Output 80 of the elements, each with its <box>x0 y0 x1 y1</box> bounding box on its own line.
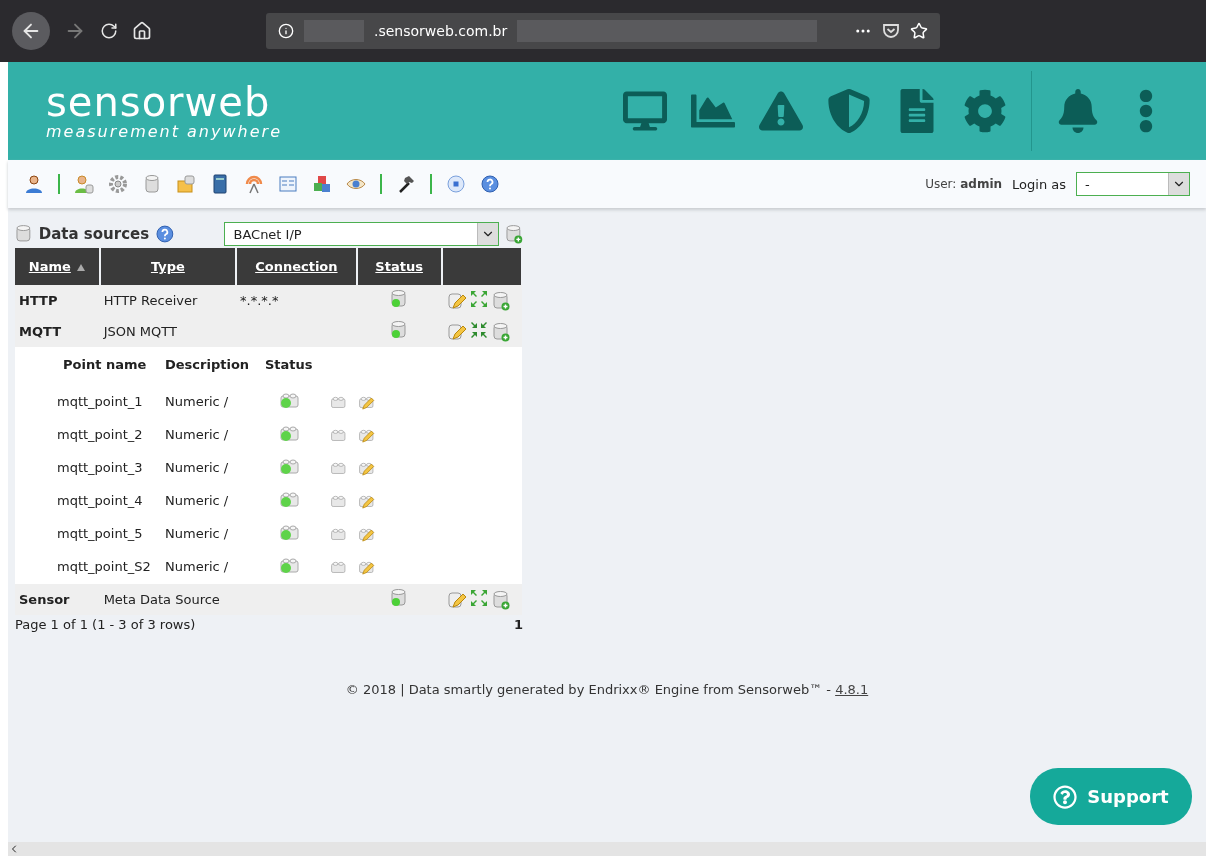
bell-icon[interactable] <box>1056 89 1100 133</box>
table-cell: HTTP Receiver <box>99 285 237 316</box>
reload-icon[interactable] <box>100 22 118 40</box>
settings-icon[interactable] <box>963 89 1007 133</box>
url-text: .sensorweb.com.br <box>374 23 508 39</box>
add-database-icon[interactable] <box>505 224 523 244</box>
point-name: mqtt_point_2 <box>56 427 144 442</box>
point-status-icon <box>279 489 301 509</box>
help-icon <box>1053 784 1078 809</box>
antenna-icon[interactable] <box>244 174 264 194</box>
point-description: Numeric / <box>165 559 230 574</box>
status-icon <box>390 289 409 309</box>
point-name: mqtt_point_1 <box>56 394 144 409</box>
add-database-icon[interactable] <box>491 321 510 342</box>
table-cell: HTTP <box>15 285 100 316</box>
point-description: Numeric / <box>165 427 230 442</box>
user-database-icon[interactable] <box>74 174 94 194</box>
source-type-select[interactable]: BACnet I/P <box>224 222 500 246</box>
table-cell: Meta Data Source <box>99 584 237 615</box>
edit-icon[interactable] <box>447 589 466 610</box>
point-description: Numeric / <box>165 526 230 541</box>
address-bar[interactable]: .sensorweb.com.br <box>266 13 940 49</box>
point-name: mqtt_point_3 <box>56 460 144 475</box>
table-cell: *.*.*.* <box>236 285 357 316</box>
database-icon[interactable] <box>142 174 162 194</box>
column-header: Description <box>165 357 251 374</box>
login-as-label: Login as <box>1012 176 1066 192</box>
login-as-select[interactable]: - <box>1076 172 1190 196</box>
expand-icon[interactable] <box>468 588 489 608</box>
point-name: mqtt_point_5 <box>56 526 144 541</box>
monitor-icon[interactable] <box>623 89 667 133</box>
status-icon <box>390 588 409 608</box>
form-icon[interactable] <box>278 174 298 194</box>
pocket-icon[interactable] <box>882 22 900 40</box>
point-status-icon <box>279 390 301 410</box>
folder-icon[interactable] <box>176 174 196 194</box>
warning-icon[interactable] <box>759 89 803 133</box>
edit-icon[interactable] <box>447 290 466 311</box>
column-header: Status <box>265 357 314 374</box>
column-header[interactable]: Name <box>15 248 100 285</box>
column-header[interactable]: Type <box>99 248 237 285</box>
column-header: Point name <box>62 357 148 374</box>
cubes-icon[interactable] <box>312 174 332 194</box>
book-icon[interactable] <box>210 174 230 194</box>
help-icon[interactable] <box>155 224 175 244</box>
page-number[interactable]: 1 <box>513 617 523 632</box>
star-icon[interactable] <box>910 22 928 40</box>
footer-text: © 2018 | Data smartly generated by Endrixx® Engine from Sensorweb™ - <box>345 682 831 697</box>
column-header[interactable]: Connection <box>236 248 357 285</box>
point-name: mqtt_point_4 <box>56 493 144 508</box>
section-title: Data sources <box>38 225 150 243</box>
info-icon[interactable] <box>278 23 294 39</box>
point-status-icon <box>279 555 301 575</box>
shield-icon[interactable] <box>827 89 871 133</box>
stop-icon[interactable] <box>446 174 466 194</box>
help-icon[interactable] <box>480 174 500 194</box>
edit-icon[interactable] <box>447 321 466 342</box>
add-database-icon[interactable] <box>491 290 510 311</box>
expand-icon[interactable] <box>468 289 489 309</box>
point-description: Numeric / <box>165 493 230 508</box>
table-cell: JSON MQTT <box>99 316 237 347</box>
table-cell: Sensor <box>15 584 100 615</box>
table-cell: MQTT <box>15 316 100 347</box>
add-database-icon[interactable] <box>491 589 510 610</box>
point-status-icon <box>279 522 301 542</box>
gear-icon[interactable] <box>108 174 128 194</box>
point-status-icon <box>279 423 301 443</box>
column-header[interactable]: Status <box>356 248 442 285</box>
user-label: User: admin <box>925 177 1003 191</box>
user-icon[interactable] <box>24 174 44 194</box>
pagination-info: Page 1 of 1 (1 - 3 of 3 rows) <box>15 617 196 632</box>
back-button[interactable] <box>12 12 50 50</box>
point-description: Numeric / <box>165 394 230 409</box>
home-icon[interactable] <box>132 21 152 41</box>
point-description: Numeric / <box>165 460 230 475</box>
point-name: mqtt_point_S2 <box>56 559 152 574</box>
database-icon <box>15 224 33 244</box>
version-link[interactable]: 4.8.1 <box>835 682 869 697</box>
point-status-icon <box>279 456 301 476</box>
status-icon <box>390 320 409 340</box>
